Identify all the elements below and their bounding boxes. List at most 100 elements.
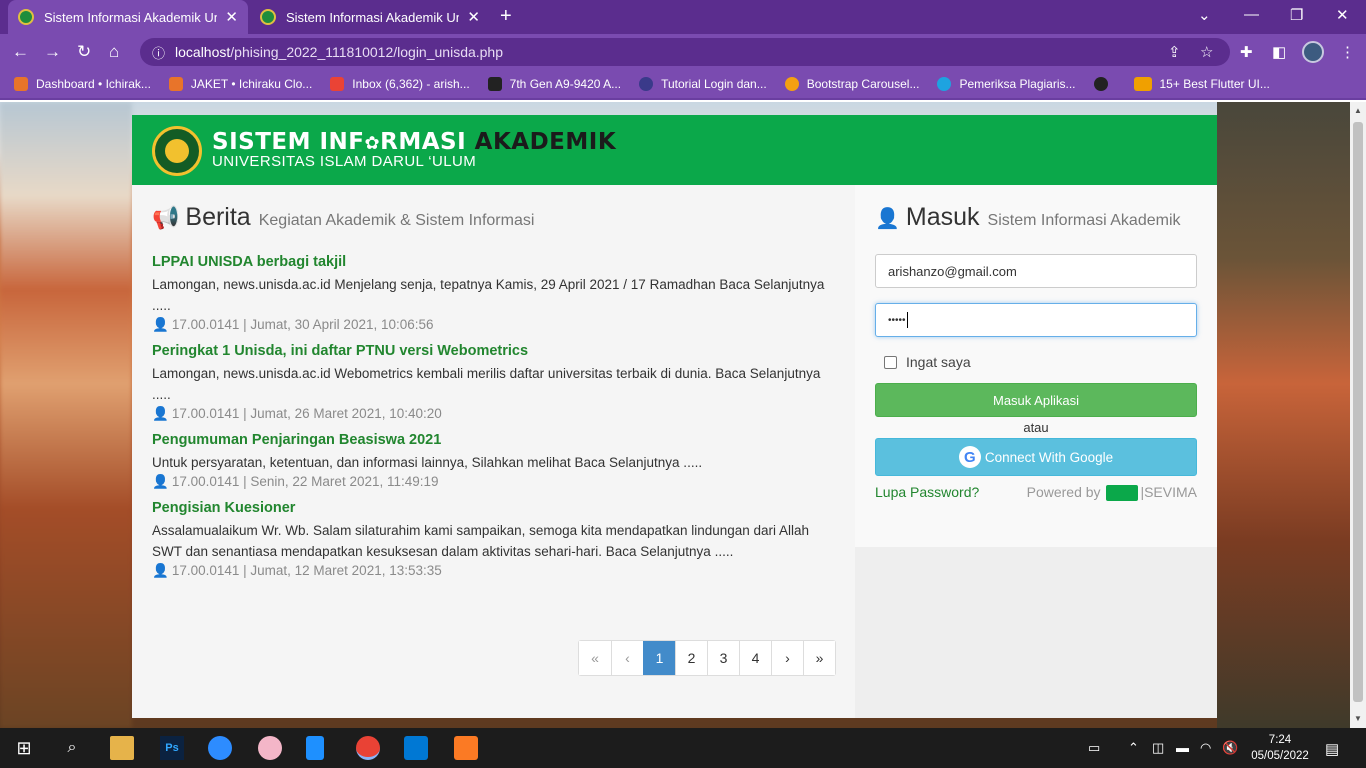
pagination-page[interactable]: 4 — [739, 641, 771, 675]
forgot-password-link[interactable]: Lupa Password? — [875, 484, 979, 501]
bookmark-item[interactable]: Inbox (6,362) - arish... — [330, 77, 470, 91]
address-bar[interactable]: ⓘ localhost/phising_2022_111810012/login… — [140, 38, 1230, 66]
keyboard-icon[interactable]: ▭ — [1088, 740, 1100, 756]
forward-icon[interactable]: → — [44, 42, 61, 62]
chevron-up-icon[interactable]: ⌃ — [1128, 740, 1139, 756]
search-icon[interactable]: ⌕ — [60, 736, 84, 760]
url-path: /phising_2022_111810012/login_unisda.php — [230, 44, 504, 60]
xampp-icon[interactable] — [454, 736, 478, 760]
google-icon: G — [958, 446, 981, 468]
bookmark-item[interactable]: Tutorial Login dan... — [639, 77, 767, 91]
battery-icon[interactable]: ▬ — [1176, 740, 1189, 755]
news-heading: 📢 Berita Kegiatan Akademik & Sistem Info… — [152, 203, 535, 231]
side-panel-icon[interactable]: ◧ — [1272, 43, 1286, 61]
login-form: 👤 Masuk Sistem Informasi Akademik arisha… — [875, 203, 1197, 502]
home-icon[interactable]: ⌂ — [109, 42, 119, 62]
windows-start-icon[interactable]: ⊞ — [12, 736, 36, 760]
sevima-logo — [1106, 485, 1139, 502]
remember-checkbox[interactable] — [884, 355, 897, 369]
unisda-favicon-icon — [260, 9, 276, 25]
browser-tab[interactable]: Sistem Informasi Akademik Unive ✕ — [250, 0, 490, 34]
news-item: Pengisian Kuesioner Assalamualaikum Wr. … — [152, 500, 842, 579]
bookmark-star-icon[interactable]: ☆ — [1200, 43, 1213, 61]
bookmark-item[interactable]: Dashboard • Ichirak... — [14, 77, 151, 91]
remember-me[interactable]: Ingat saya — [875, 354, 1197, 370]
zoom-icon[interactable] — [208, 736, 232, 760]
app-icon[interactable] — [258, 736, 282, 760]
notifications-icon[interactable]: ▤ — [1325, 740, 1339, 758]
pagination-next[interactable]: › — [771, 641, 803, 675]
bookmark-favicon-icon — [168, 77, 183, 91]
bookmark-item[interactable]: 15+ Best Flutter UI... — [1133, 77, 1270, 91]
site-info-icon[interactable]: ⓘ — [152, 43, 165, 62]
share-icon[interactable]: ⇪ — [1168, 43, 1181, 61]
scroll-down-icon[interactable]: ▼ — [1354, 714, 1362, 723]
pagination-page[interactable]: 3 — [707, 641, 739, 675]
vscode-icon[interactable] — [404, 736, 428, 760]
bookmark-item[interactable]: JAKET • Ichiraku Clo... — [168, 77, 312, 91]
bookmark-item[interactable]: Pemeriksa Plagiaris... — [937, 77, 1076, 91]
powered-by: Powered by |SEVIMA — [1026, 484, 1197, 502]
pagination-page[interactable]: 1 — [643, 641, 675, 675]
tab-title: Sistem Informasi Akademik Unive — [44, 9, 218, 25]
login-heading: 👤 Masuk Sistem Informasi Akademik — [875, 203, 1181, 231]
volume-muted-icon[interactable]: 🔇 — [1222, 740, 1238, 756]
page-viewport: SISTEM INF✿RMASI AKADEMIK UNIVERSITAS IS… — [0, 102, 1350, 728]
scroll-up-icon[interactable]: ▲ — [1354, 106, 1362, 115]
news-title-link[interactable]: LPPAI UNISDA berbagi takjil — [152, 254, 842, 270]
news-list: LPPAI UNISDA berbagi takjil Lamongan, ne… — [152, 254, 842, 579]
window-close-icon[interactable]: ✕ — [1336, 6, 1349, 24]
news-title-link[interactable]: Pengisian Kuesioner — [152, 500, 842, 516]
profile-avatar[interactable] — [1302, 41, 1324, 63]
browser-tab-active[interactable]: Sistem Informasi Akademik Unive ✕ — [8, 0, 248, 34]
site-subtitle: UNIVERSITAS ISLAM DARUL ‘ULUM — [212, 153, 477, 170]
unisda-logo — [152, 126, 202, 176]
minimize-icon[interactable]: — — [1244, 6, 1259, 23]
extensions-icon[interactable]: ✚ — [1240, 43, 1253, 61]
bookmark-item[interactable]: 7th Gen A9-9420 A... — [487, 77, 621, 91]
news-title-link[interactable]: Peringkat 1 Unisda, ini daftar PTNU vers… — [152, 343, 842, 359]
news-title-link[interactable]: Pengumuman Penjaringan Beasiswa 2021 — [152, 432, 842, 448]
url-host: localhost — [175, 44, 231, 60]
pagination-first[interactable]: « — [579, 641, 611, 675]
wifi-icon[interactable]: ◠ — [1200, 740, 1211, 756]
photoshop-icon[interactable]: Ps — [160, 736, 184, 760]
os-taskbar: ⊞ ⌕ Ps ▭ ⌃ ◫ ▬ ◠ 🔇 7:24 05/05/2022 ▤ — [0, 728, 1366, 768]
bookmark-favicon-icon — [14, 77, 28, 91]
file-explorer-icon[interactable] — [110, 736, 134, 760]
close-icon[interactable]: ✕ — [467, 8, 480, 26]
news-description: Lamongan, news.unisda.ac.id Menjelang se… — [152, 277, 825, 313]
pagination-prev[interactable]: ‹ — [611, 641, 643, 675]
phone-icon[interactable] — [306, 736, 324, 760]
news-item: Peringkat 1 Unisda, ini daftar PTNU vers… — [152, 343, 842, 422]
pagination: « ‹ 1 2 3 4 › » — [578, 640, 836, 676]
login-box: 👤 Masuk Sistem Informasi Akademik arisha… — [855, 185, 1217, 547]
login-button[interactable]: Masuk Aplikasi — [875, 383, 1197, 417]
restore-icon[interactable]: ❐ — [1290, 6, 1303, 24]
news-section: 📢 Berita Kegiatan Akademik & Sistem Info… — [152, 203, 842, 589]
site-title: SISTEM INF✿RMASI AKADEMIK — [212, 129, 617, 155]
close-icon[interactable]: ✕ — [225, 8, 238, 26]
scrollbar-thumb[interactable] — [1353, 122, 1363, 702]
network-drive-icon[interactable]: ◫ — [1152, 740, 1164, 756]
password-field[interactable]: ••••• — [875, 303, 1197, 337]
back-icon[interactable]: ← — [12, 42, 29, 62]
user-icon: 👤 — [152, 563, 169, 578]
tab-search-icon[interactable]: ⌄ — [1198, 6, 1211, 24]
system-clock[interactable]: 7:24 05/05/2022 — [1245, 732, 1315, 764]
news-item: Pengumuman Penjaringan Beasiswa 2021 Unt… — [152, 432, 842, 490]
page-scrollbar[interactable]: ▲ ▼ — [1350, 102, 1366, 728]
pagination-last[interactable]: » — [803, 641, 835, 675]
bookmark-favicon-icon — [937, 77, 952, 91]
menu-icon[interactable]: ⋮ — [1340, 43, 1355, 61]
login-footer: Lupa Password? Powered by |SEVIMA — [875, 484, 1197, 502]
bookmark-item[interactable]: Bootstrap Carousel... — [784, 77, 919, 91]
new-tab-icon[interactable]: + — [500, 6, 512, 26]
email-field[interactable]: arishanzo@gmail.com — [875, 254, 1197, 288]
reload-icon[interactable]: ↻ — [77, 42, 91, 62]
user-icon: 👤 — [875, 208, 900, 230]
bookmark-item[interactable] — [1093, 77, 1116, 91]
pagination-page[interactable]: 2 — [675, 641, 707, 675]
google-connect-button[interactable]: G Connect With Google — [875, 438, 1197, 476]
chrome-icon[interactable] — [356, 736, 380, 760]
